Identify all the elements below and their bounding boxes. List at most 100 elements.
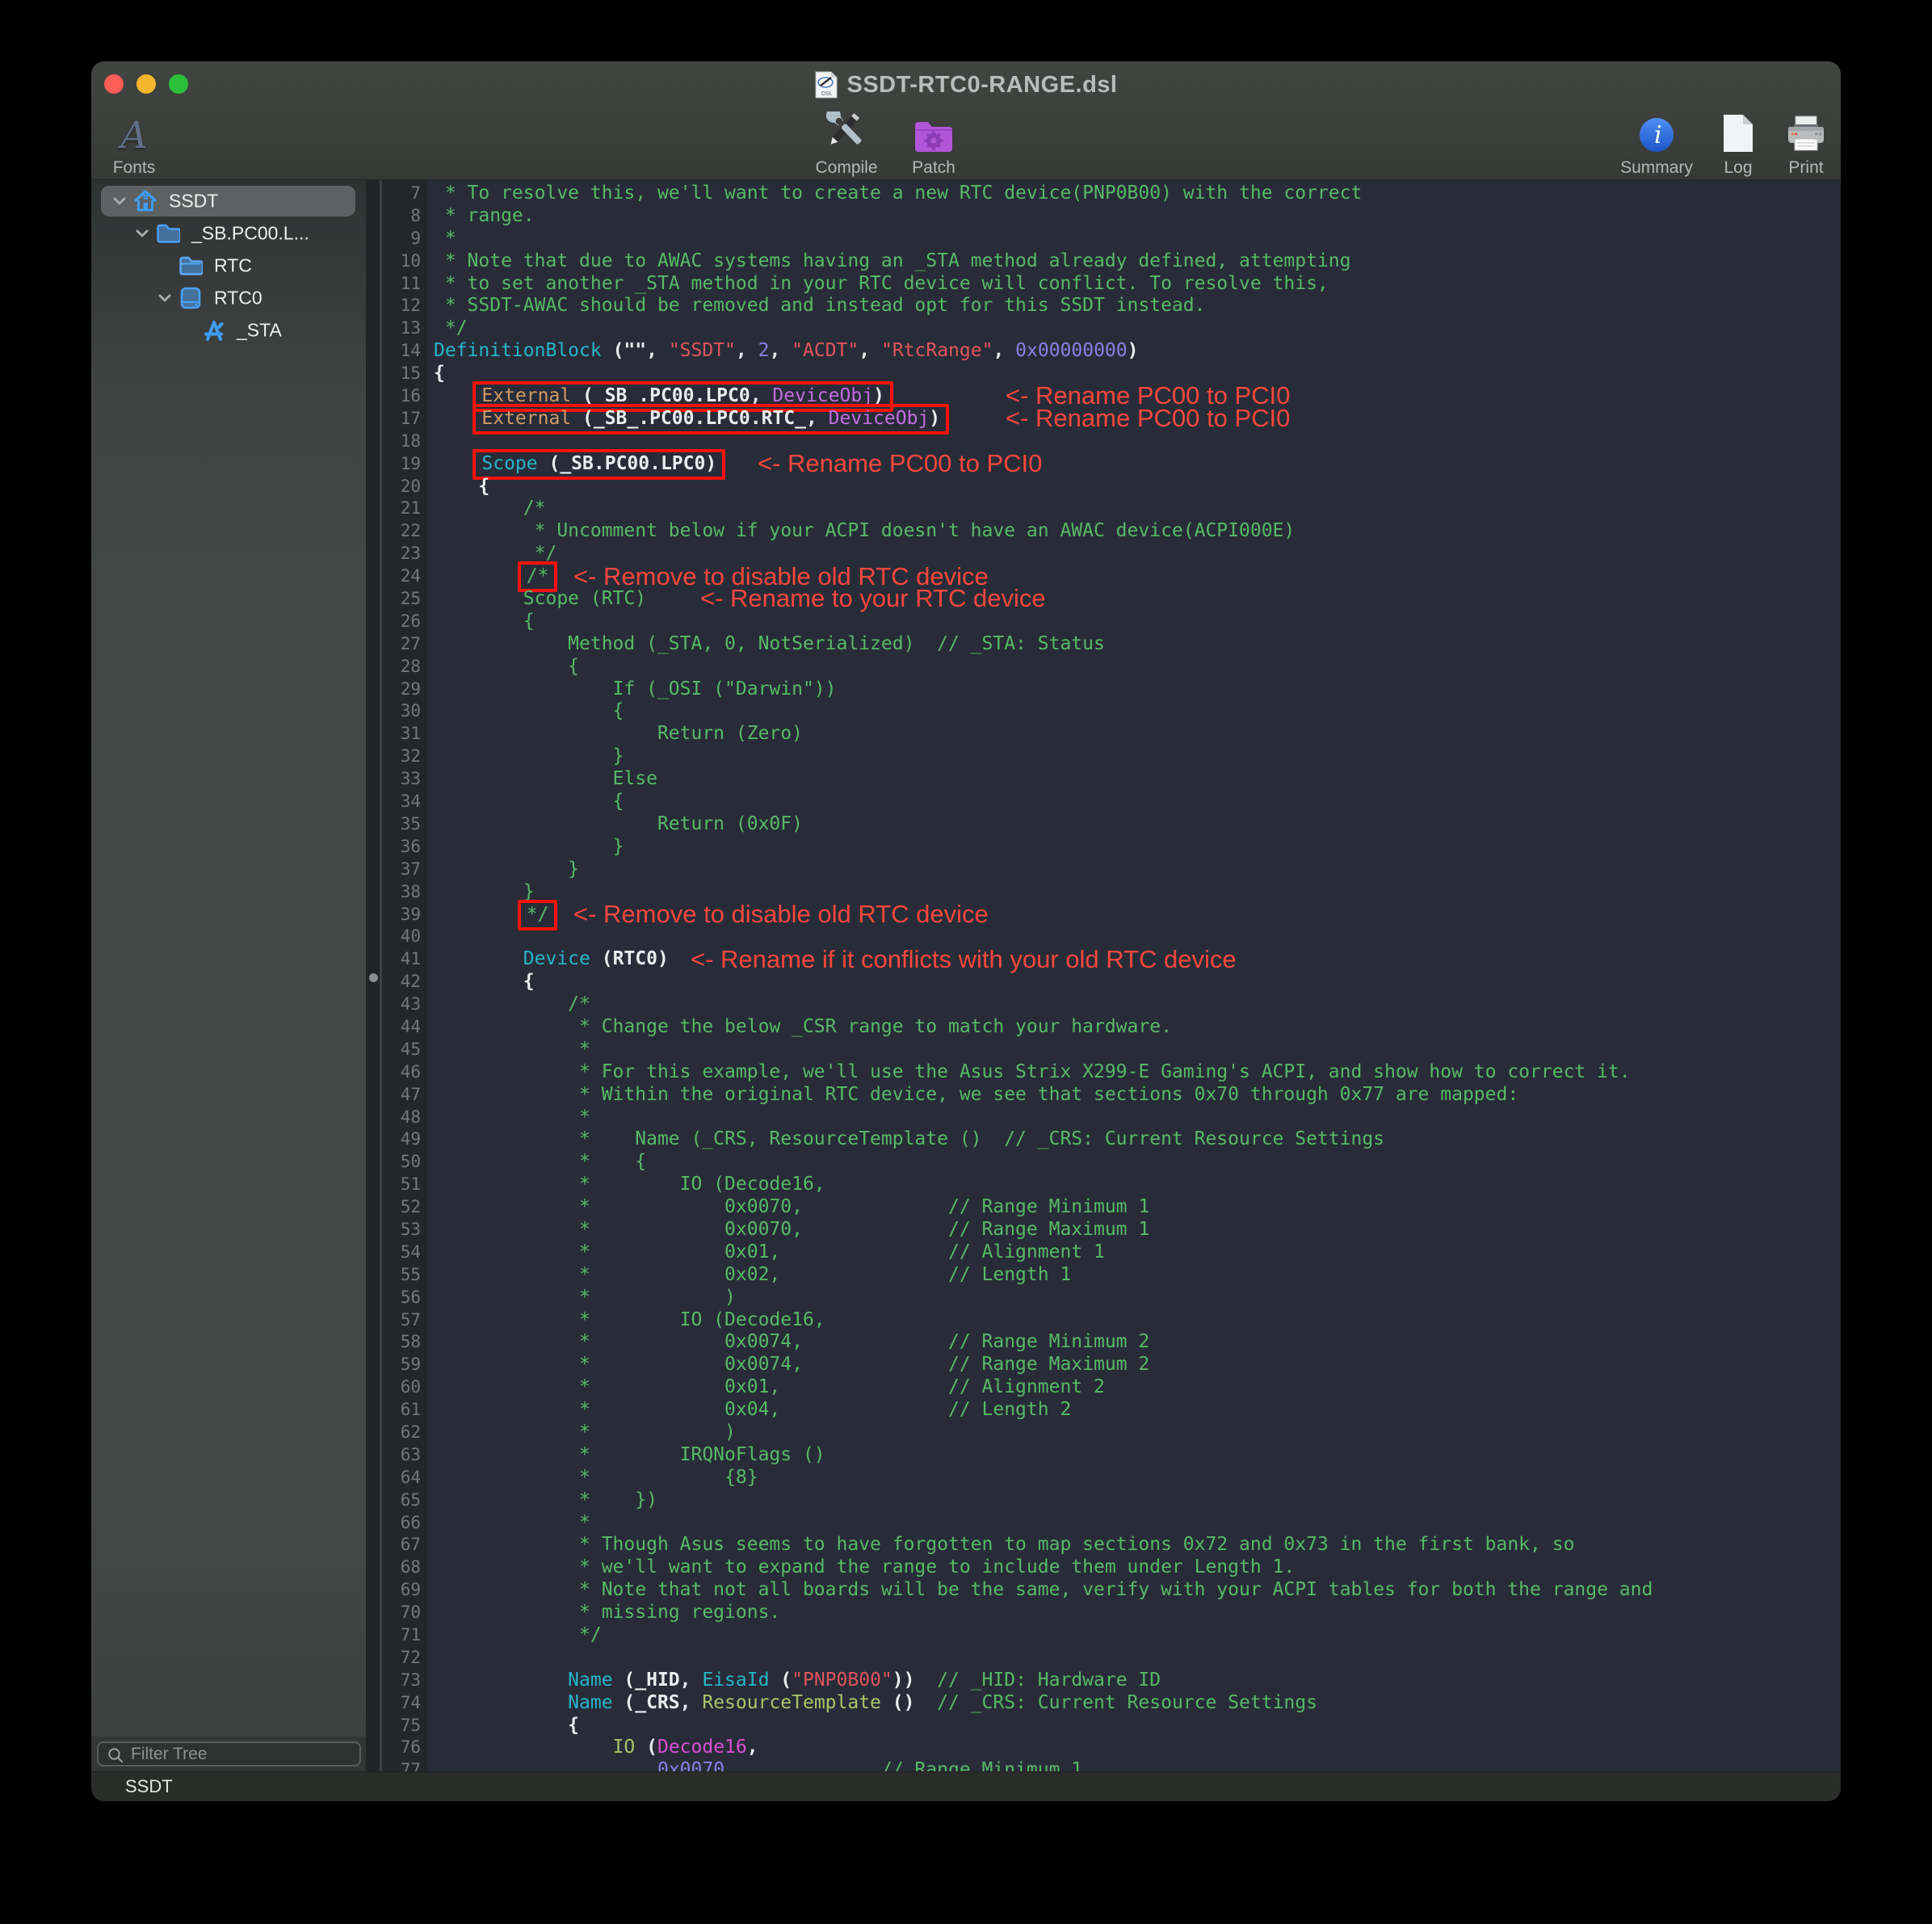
line-number: 33 bbox=[382, 768, 421, 791]
line-number: 37 bbox=[382, 859, 421, 881]
code-line: 64 * {8} bbox=[382, 1467, 1841, 1489]
line-number: 29 bbox=[382, 678, 421, 701]
code-line: 28 { bbox=[382, 656, 1841, 678]
code-line: 60 * 0x01, // Alignment 2 bbox=[382, 1376, 1841, 1399]
code-line: 44 * Change the below _CSR range to matc… bbox=[382, 1016, 1841, 1039]
code-text: * bbox=[434, 1512, 590, 1535]
code-line: 68 * we'll want to expand the range to i… bbox=[382, 1556, 1841, 1579]
chevron-down-icon[interactable] bbox=[133, 225, 151, 242]
code-text: * to set another _STA method in your RTC… bbox=[434, 273, 1329, 296]
chevron-down-icon[interactable] bbox=[156, 289, 174, 307]
code-line: 48 * bbox=[382, 1107, 1841, 1129]
fonts-button[interactable]: A Fonts bbox=[106, 111, 162, 178]
status-text: SSDT bbox=[125, 1776, 173, 1797]
chevron-down-icon[interactable] bbox=[111, 192, 128, 210]
sidebar: SSDT _SB.PC00.L...RTCRTC0 _STA bbox=[91, 180, 366, 1771]
code-text: * 0x01, // Alignment 1 bbox=[434, 1241, 1105, 1264]
code-text: * 0x04, // Length 2 bbox=[434, 1399, 1071, 1422]
code-text: } bbox=[434, 746, 624, 768]
code-text: * Name (_CRS, ResourceTemplate () // _CR… bbox=[434, 1128, 1384, 1151]
line-number: 15 bbox=[382, 363, 421, 385]
line-number: 75 bbox=[382, 1715, 421, 1737]
code-text: * we'll want to expand the range to incl… bbox=[434, 1556, 1295, 1579]
annotation: <- Remove to disable old RTC device bbox=[573, 903, 989, 926]
method-icon bbox=[201, 318, 225, 342]
summary-button[interactable]: i Summary bbox=[1618, 111, 1695, 178]
main-area: SSDT _SB.PC00.L...RTCRTC0 _STA 7 * To reso… bbox=[91, 180, 1841, 1771]
code-text: Else bbox=[434, 768, 657, 791]
code-text: * 0x0074, // Range Minimum 2 bbox=[434, 1331, 1149, 1354]
line-number: 66 bbox=[382, 1512, 421, 1535]
code-text: /* bbox=[434, 498, 545, 520]
code-text: * ) bbox=[434, 1422, 736, 1444]
line-number: 21 bbox=[382, 498, 421, 520]
code-line: 10 * Note that due to AWAC systems havin… bbox=[382, 250, 1841, 273]
line-number: 60 bbox=[382, 1376, 421, 1399]
code-text: * For this example, we'll use the Asus S… bbox=[434, 1061, 1631, 1084]
window-title: DSL SSDT-RTC0-RANGE.dsl bbox=[91, 71, 1841, 99]
code-text: * IO (Decode16, bbox=[434, 1174, 825, 1196]
annotation: <- Rename PC00 to PCI0 bbox=[1006, 407, 1290, 430]
print-button[interactable]: Print bbox=[1778, 111, 1834, 178]
tree-item-label: SSDT bbox=[169, 191, 218, 212]
code-text: * bbox=[434, 228, 456, 250]
sidebar-item-ssdt[interactable]: SSDT bbox=[91, 185, 366, 217]
code-line: 65 * }) bbox=[382, 1489, 1841, 1512]
log-button[interactable]: Log bbox=[1713, 111, 1763, 178]
code-text: * bbox=[434, 1039, 590, 1061]
code-line: 36 } bbox=[382, 836, 1841, 859]
patch-button[interactable]: Patch bbox=[897, 111, 971, 178]
code-line: 53 * 0x0070, // Range Maximum 1 bbox=[382, 1219, 1841, 1241]
fonts-icon: A bbox=[120, 111, 147, 153]
line-number: 44 bbox=[382, 1016, 421, 1039]
code-text: * {8} bbox=[434, 1467, 758, 1489]
code-text: * 0x0070, // Range Minimum 1 bbox=[434, 1196, 1149, 1219]
line-number: 7 bbox=[382, 183, 421, 205]
code-text: { bbox=[434, 971, 535, 994]
line-number: 27 bbox=[382, 633, 421, 656]
line-number: 46 bbox=[382, 1061, 421, 1084]
line-number: 49 bbox=[382, 1128, 421, 1151]
code-line: 26 { bbox=[382, 611, 1841, 633]
annotation: <- Rename to your RTC device bbox=[700, 587, 1046, 610]
compile-button[interactable]: Compile bbox=[809, 111, 884, 178]
code-line: 50 * { bbox=[382, 1151, 1841, 1174]
code-text: { bbox=[434, 611, 535, 633]
sidebar-item-rtc[interactable]: RTC bbox=[91, 250, 366, 282]
code-text: Scope (_SB.PC00.LPC0) bbox=[434, 453, 725, 476]
line-number: 26 bbox=[382, 611, 421, 633]
sidebar-resize-handle[interactable] bbox=[366, 180, 382, 1771]
code-line: 29 If (_OSI ("Darwin")) bbox=[382, 678, 1841, 701]
sidebar-item-sta[interactable]: _STA bbox=[91, 314, 366, 347]
line-number: 50 bbox=[382, 1151, 421, 1174]
line-number: 19 bbox=[382, 453, 421, 476]
code-text: { bbox=[434, 476, 489, 498]
line-number: 69 bbox=[382, 1579, 421, 1602]
code-text: * 0x01, // Alignment 2 bbox=[434, 1376, 1105, 1399]
svg-text:i: i bbox=[1654, 121, 1662, 149]
filter-tree-field[interactable] bbox=[97, 1741, 361, 1766]
filter-bar bbox=[91, 1737, 366, 1771]
line-number: 41 bbox=[382, 948, 421, 971]
code-line: 13 */ bbox=[382, 317, 1841, 340]
code-line: 58 * 0x0074, // Range Minimum 2 bbox=[382, 1331, 1841, 1354]
code-line: 20 { bbox=[382, 476, 1841, 498]
code-text: Name (_HID, EisaId ("PNP0B00")) // _HID:… bbox=[434, 1670, 1161, 1692]
line-number: 43 bbox=[382, 994, 421, 1016]
code-text: Method (_STA, 0, NotSerialized) // _STA:… bbox=[434, 633, 1105, 656]
sidebar-item-sbpc00l[interactable]: _SB.PC00.L... bbox=[91, 217, 366, 250]
code-text: * IRQNoFlags () bbox=[434, 1444, 825, 1467]
tree-item-label: _STA bbox=[237, 320, 282, 342]
code-line: 62 * ) bbox=[382, 1422, 1841, 1444]
code-area[interactable]: 7 * To resolve this, we'll want to creat… bbox=[382, 180, 1841, 1771]
sidebar-item-rtc0[interactable]: RTC0 bbox=[91, 282, 366, 314]
line-number: 74 bbox=[382, 1692, 421, 1715]
filter-tree-input[interactable] bbox=[99, 1743, 359, 1765]
code-text: { bbox=[434, 791, 624, 813]
code-text: } bbox=[434, 859, 579, 881]
line-number: 57 bbox=[382, 1309, 421, 1332]
line-number: 11 bbox=[382, 273, 421, 296]
line-number: 13 bbox=[382, 317, 421, 340]
line-number: 31 bbox=[382, 723, 421, 746]
status-bar: SSDT bbox=[91, 1771, 1841, 1801]
